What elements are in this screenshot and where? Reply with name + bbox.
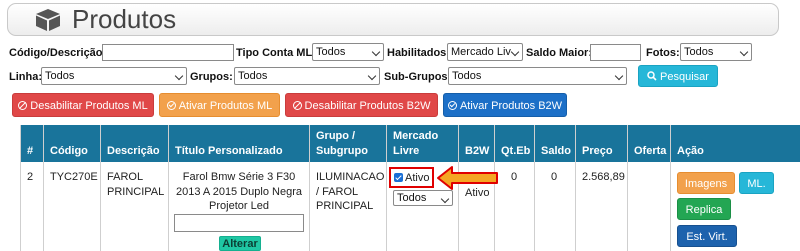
codigo-input[interactable] xyxy=(102,44,234,61)
subgrupos-label: Sub-Grupos: xyxy=(384,71,452,83)
subgrupos-select[interactable]: Todos xyxy=(448,67,627,85)
tipo-conta-label: Tipo Conta ML: xyxy=(236,47,316,59)
col-titulo: Título Personalizado xyxy=(175,145,283,157)
grupos-select[interactable]: Todos xyxy=(234,67,380,85)
page-title: Produtos xyxy=(72,4,177,34)
fotos-label: Fotos: xyxy=(646,47,680,59)
linha-label: Linha: xyxy=(9,71,42,83)
row-b2w-status: Ativo xyxy=(465,187,490,199)
enable-b2w-label: Ativar Produtos B2W xyxy=(459,100,563,112)
column-divider xyxy=(309,125,310,251)
column-divider xyxy=(670,125,671,251)
table-border xyxy=(20,125,21,251)
row-titulo-line1: Farol Bmw Série 3 F30 xyxy=(182,171,296,183)
saldo-maior-input[interactable] xyxy=(590,44,641,61)
enable-ml-label: Ativar Produtos ML xyxy=(178,100,273,112)
col-oferta: Oferta xyxy=(634,145,667,157)
disable-b2w-label: Desabilitar Produtos B2W xyxy=(304,100,431,112)
col-mercado-line2: Livre xyxy=(393,145,420,157)
col-grupo-line1: Grupo / xyxy=(316,130,356,142)
ml-button[interactable]: ML. xyxy=(739,172,774,194)
column-divider xyxy=(168,125,169,251)
habilitados-label: Habilitados: xyxy=(387,47,450,59)
titulo-input[interactable] xyxy=(174,214,304,232)
row-codigo: TYC270E xyxy=(50,171,98,183)
highlight-box xyxy=(389,167,434,188)
fotos-select[interactable]: Todos xyxy=(680,43,752,61)
row-descricao-line1: FAROL xyxy=(107,171,144,183)
row-grupo-line3: PRINCIPAL xyxy=(316,200,374,212)
row-titulo-line2: 2013 A 2015 Duplo Negra xyxy=(176,186,302,198)
check-circle-icon xyxy=(447,101,457,110)
column-divider xyxy=(575,125,576,251)
ban-icon xyxy=(18,101,28,110)
check-circle-icon xyxy=(166,101,176,110)
habilitados-select[interactable]: Mercado Liv xyxy=(447,43,523,61)
row-qteb: 0 xyxy=(511,171,518,183)
column-divider xyxy=(43,125,44,251)
search-icon xyxy=(647,71,657,81)
page-header: Produtos xyxy=(7,3,779,36)
row-saldo: 0 xyxy=(551,171,558,183)
enable-b2w-button[interactable]: Ativar Produtos B2W xyxy=(443,93,567,117)
col-acao: Ação xyxy=(677,145,704,157)
disable-b2w-button[interactable]: Desabilitar Produtos B2W xyxy=(285,93,438,117)
col-qteb: Qt.Eb xyxy=(501,145,531,157)
column-divider xyxy=(534,125,535,251)
saldo-maior-label: Saldo Maior: xyxy=(526,47,593,59)
column-divider xyxy=(627,125,628,251)
linha-select[interactable]: Todos xyxy=(41,67,187,85)
ban-icon xyxy=(292,101,302,110)
col-mercado-line1: Mercado xyxy=(393,130,439,142)
col-num: # xyxy=(27,145,34,157)
search-button-label: Pesquisar xyxy=(660,71,709,83)
col-saldo: Saldo xyxy=(541,145,571,157)
row-titulo-line3: Projetor Led xyxy=(209,200,269,212)
col-b2w: B2W xyxy=(465,145,490,157)
enable-ml-button[interactable]: Ativar Produtos ML xyxy=(159,93,280,117)
grupos-label: Grupos: xyxy=(190,71,233,83)
ml-filter-select[interactable]: Todos xyxy=(393,190,453,206)
disable-ml-label: Desabilitar Produtos ML xyxy=(30,100,148,112)
col-grupo-line2: Subgrupo xyxy=(316,145,368,157)
col-preco: Preço xyxy=(582,145,613,157)
tipo-conta-select[interactable]: Todos xyxy=(312,43,384,61)
est-virt-button[interactable]: Est. Virt. xyxy=(677,225,737,247)
column-divider xyxy=(386,125,387,251)
alterar-button[interactable]: Alterar xyxy=(219,236,261,251)
row-grupo-line2: / FAROL xyxy=(316,186,359,198)
disable-ml-button[interactable]: Desabilitar Produtos ML xyxy=(12,93,154,117)
search-button[interactable]: Pesquisar xyxy=(638,65,718,87)
imagens-button[interactable]: Imagens xyxy=(677,172,735,194)
row-preco: 2.568,89 xyxy=(582,171,625,183)
column-divider xyxy=(100,125,101,251)
codigo-label: Código/Descrição: xyxy=(9,47,107,59)
replica-button[interactable]: Replica xyxy=(677,198,731,220)
row-descricao-line2: PRINCIPAL xyxy=(107,186,165,198)
col-descricao: Descrição xyxy=(107,145,160,157)
col-codigo: Código xyxy=(50,145,88,157)
row-num: 2 xyxy=(27,171,34,183)
box-icon xyxy=(36,9,60,31)
row-grupo-line1: ILUMINACAO xyxy=(316,171,385,183)
